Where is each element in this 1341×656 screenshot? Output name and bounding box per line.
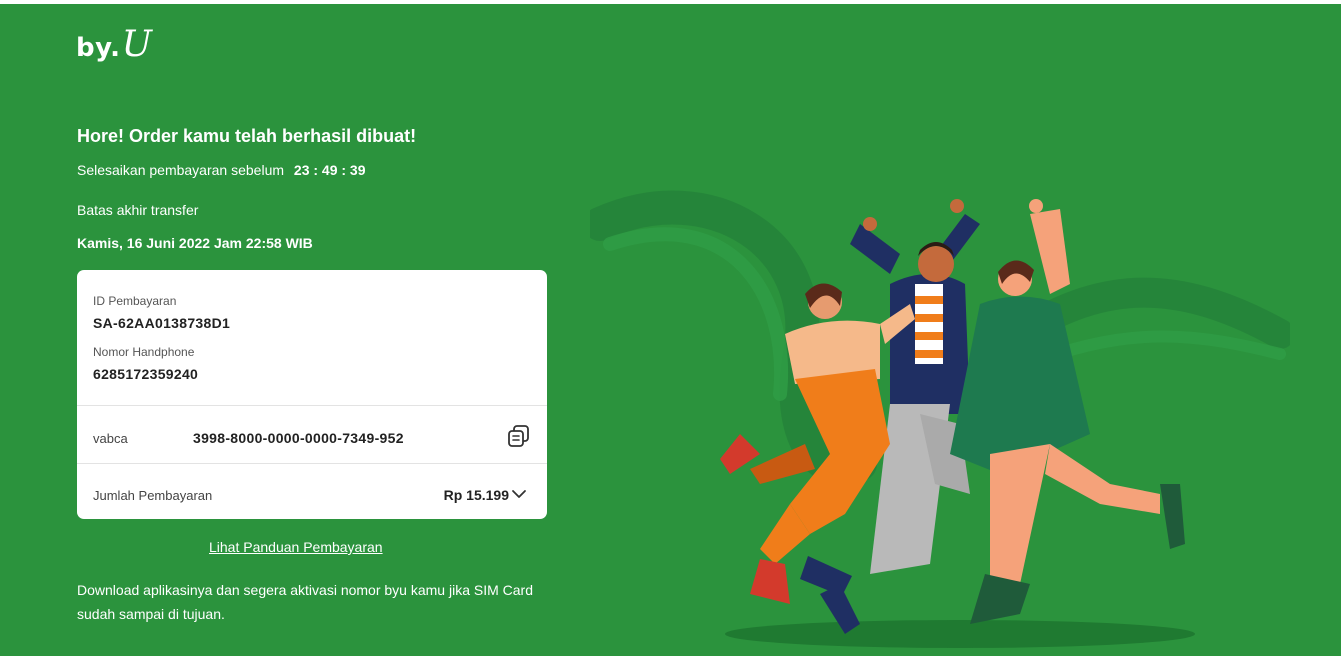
right-woman-figure (950, 199, 1185, 624)
total-payment-label: Jumlah Pembayaran (93, 488, 213, 503)
card-divider (77, 405, 547, 406)
transfer-deadline-label: Batas akhir transfer (77, 202, 199, 218)
chevron-down-icon[interactable] (511, 486, 527, 502)
deadline-prefix: Selesaikan pembayaran sebelum (77, 162, 285, 178)
logo-main: by. (76, 33, 121, 63)
celebrating-people-illustration (590, 190, 1290, 648)
logo-accent: U (121, 24, 153, 65)
countdown-timer: 23 : 49 : 39 (293, 162, 366, 178)
payment-id-value: SA-62AA0138738D1 (93, 315, 231, 331)
byu-logo[interactable]: by.U (76, 24, 152, 65)
payment-details-card: ID Pembayaran SA-62AA0138738D1 Nomor Han… (77, 270, 547, 519)
download-app-message: Download aplikasinya dan segera aktivasi… (77, 582, 533, 622)
page-title: Hore! Order kamu telah berhasil dibuat! (77, 126, 417, 146)
payment-guide-link[interactable]: Lihat Panduan Pembayaran (209, 539, 383, 555)
virtual-account-number[interactable]: 3998-8000-0000-0000-7349-952 (193, 430, 404, 446)
card-divider (77, 463, 547, 464)
copy-icon[interactable] (505, 422, 533, 450)
phone-number-value: 6285172359240 (93, 366, 199, 382)
total-payment-value[interactable]: Rp 15.199 (444, 487, 509, 503)
payment-deadline-row: Selesaikan pembayaran sebelum 23 : 49 : … (77, 162, 366, 178)
phone-number-label: Nomor Handphone (93, 345, 195, 359)
transfer-deadline-value: Kamis, 16 Juni 2022 Jam 22:58 WIB (77, 235, 313, 251)
payment-id-label: ID Pembayaran (93, 294, 177, 308)
order-success-page: by.U Hore! Order kamu telah berhasil dib… (0, 4, 1341, 656)
virtual-account-bank: vabca (93, 431, 128, 446)
